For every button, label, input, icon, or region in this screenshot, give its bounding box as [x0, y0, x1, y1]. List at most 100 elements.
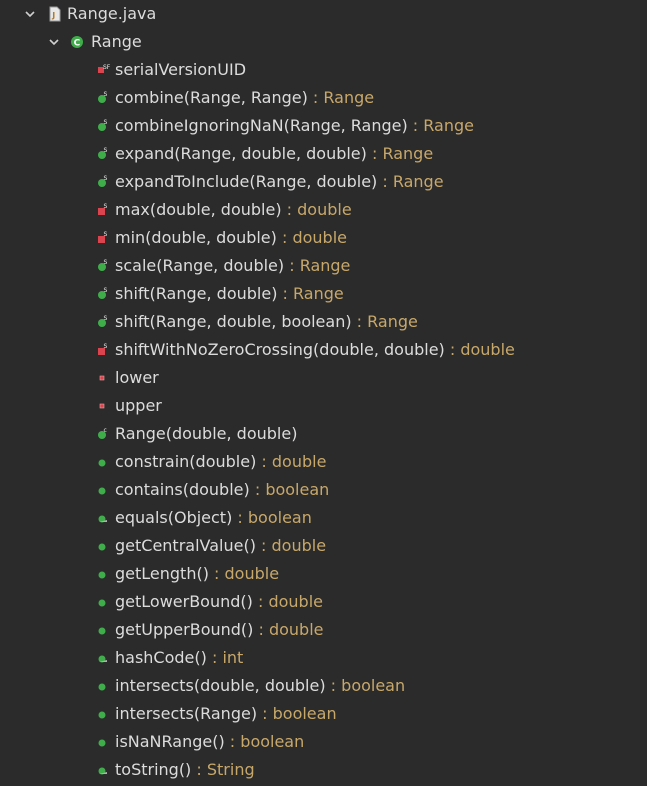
member-label: equals(Object) : boolean — [115, 508, 312, 527]
tree-node-member[interactable]: isNaNRange() : boolean — [0, 728, 647, 756]
tree-node-member[interactable]: contains(double) : boolean — [0, 476, 647, 504]
tree-node-member[interactable]: S min(double, double) : double — [0, 224, 647, 252]
svg-text:c: c — [104, 427, 107, 434]
tree-node-member[interactable]: equals(Object) : boolean — [0, 504, 647, 532]
chevron-down-icon[interactable] — [23, 7, 37, 21]
tree-node-member[interactable]: getLength() : double — [0, 560, 647, 588]
svg-text:S: S — [104, 175, 108, 182]
tree-node-member[interactable]: lower — [0, 364, 647, 392]
override-method-icon — [98, 655, 107, 663]
member-label: intersects(double, double) : boolean — [115, 676, 406, 695]
public-static-method-icon: S — [98, 147, 108, 159]
tree-node-member[interactable]: getUpperBound() : double — [0, 616, 647, 644]
public-method-icon — [98, 739, 106, 747]
member-label: contains(double) : boolean — [115, 480, 330, 499]
public-static-method-icon: S — [98, 259, 108, 271]
class-name: Range — [91, 32, 142, 51]
tree-node-member[interactable]: SF serialVersionUID — [0, 56, 647, 84]
tree-node-class[interactable]: C Range — [0, 28, 647, 56]
svg-text:S: S — [104, 91, 108, 98]
svg-text:S: S — [104, 343, 108, 350]
private-static-method-icon: S — [98, 231, 108, 243]
class-icon: C — [71, 36, 83, 49]
tree-node-member[interactable]: getCentralValue() : double — [0, 532, 647, 560]
member-label: combineIgnoringNaN(Range, Range) : Range — [115, 116, 474, 135]
public-method-icon — [98, 459, 106, 467]
tree-node-file[interactable]: J Range.java — [0, 0, 647, 28]
public-method-icon — [98, 487, 106, 495]
member-label: expandToInclude(Range, double) : Range — [115, 172, 444, 191]
member-label: upper — [115, 396, 162, 415]
svg-text:S: S — [104, 203, 108, 210]
member-label: getCentralValue() : double — [115, 536, 327, 555]
svg-text:S: S — [104, 119, 108, 126]
member-label: isNaNRange() : boolean — [115, 732, 305, 751]
public-static-method-icon: S — [98, 287, 108, 299]
tree-node-member[interactable]: S shift(Range, double) : Range — [0, 280, 647, 308]
member-label: min(double, double) : double — [115, 228, 347, 247]
override-method-icon — [98, 515, 107, 523]
public-method-icon — [98, 571, 106, 579]
tree-node-member[interactable]: constrain(double) : double — [0, 448, 647, 476]
member-label: combine(Range, Range) : Range — [115, 88, 375, 107]
member-label: serialVersionUID — [115, 60, 247, 79]
tree-node-member[interactable]: S shift(Range, double, boolean) : Range — [0, 308, 647, 336]
tree-node-member[interactable]: S expand(Range, double, double) : Range — [0, 140, 647, 168]
public-static-method-icon: S — [98, 175, 108, 187]
tree-node-member[interactable]: getLowerBound() : double — [0, 588, 647, 616]
member-label: getLength() : double — [115, 564, 280, 583]
svg-text:S: S — [104, 287, 108, 294]
public-static-method-icon: S — [98, 315, 108, 327]
public-method-icon — [98, 627, 106, 635]
public-method-icon — [98, 599, 106, 607]
tree-node-member[interactable]: intersects(Range) : boolean — [0, 700, 647, 728]
member-label: constrain(double) : double — [115, 452, 327, 471]
public-method-icon — [98, 711, 106, 719]
private-static-method-icon: S — [98, 343, 108, 355]
public-method-icon — [98, 683, 106, 691]
member-label: max(double, double) : double — [115, 200, 352, 219]
svg-text:C: C — [74, 39, 81, 49]
svg-text:S: S — [104, 259, 108, 266]
tree-node-member[interactable]: S expandToInclude(Range, double) : Range — [0, 168, 647, 196]
tree-node-member[interactable]: S shiftWithNoZeroCrossing(double, double… — [0, 336, 647, 364]
svg-text:SF: SF — [103, 64, 110, 71]
public-static-method-icon: S — [98, 91, 108, 103]
tree-node-member[interactable]: S max(double, double) : double — [0, 196, 647, 224]
member-label: shift(Range, double, boolean) : Range — [115, 312, 418, 331]
member-label: getLowerBound() : double — [115, 592, 323, 611]
member-label: scale(Range, double) : Range — [115, 256, 351, 275]
member-label: shift(Range, double) : Range — [115, 284, 344, 303]
tree-node-member[interactable]: S combine(Range, Range) : Range — [0, 84, 647, 112]
tree-node-member[interactable]: hashCode() : int — [0, 644, 647, 672]
tree-node-member[interactable]: intersects(double, double) : boolean — [0, 672, 647, 700]
tree-node-member[interactable]: S combineIgnoringNaN(Range, Range) : Ran… — [0, 112, 647, 140]
member-label: getUpperBound() : double — [115, 620, 324, 639]
constructor-icon: c — [98, 427, 107, 439]
tree-node-member[interactable]: S scale(Range, double) : Range — [0, 252, 647, 280]
outline-tree: J Range.java C Range SF serialVersionUID… — [0, 0, 647, 786]
member-label: toString() : String — [115, 760, 255, 779]
member-label: shiftWithNoZeroCrossing(double, double) … — [115, 340, 515, 359]
svg-text:S: S — [104, 231, 108, 238]
static-final-field-icon: SF — [98, 64, 110, 73]
file-name: Range.java — [67, 4, 157, 23]
private-static-method-icon: S — [98, 203, 108, 215]
svg-text:J: J — [51, 11, 55, 20]
member-label: intersects(Range) : boolean — [115, 704, 337, 723]
member-label: Range(double, double) — [115, 424, 298, 443]
svg-text:S: S — [104, 315, 108, 322]
tree-node-member[interactable]: upper — [0, 392, 647, 420]
java-file-icon: J — [49, 6, 61, 22]
svg-text:S: S — [104, 147, 108, 154]
override-method-icon — [98, 767, 107, 775]
private-field-icon — [99, 375, 105, 381]
tree-node-member[interactable]: toString() : String — [0, 756, 647, 784]
private-field-icon — [99, 403, 105, 409]
chevron-down-icon[interactable] — [47, 35, 61, 49]
member-label: hashCode() : int — [115, 648, 244, 667]
public-method-icon — [98, 543, 106, 551]
private-static-method-icon: S — [98, 119, 108, 131]
member-label: expand(Range, double, double) : Range — [115, 144, 434, 163]
tree-node-member[interactable]: c Range(double, double) — [0, 420, 647, 448]
